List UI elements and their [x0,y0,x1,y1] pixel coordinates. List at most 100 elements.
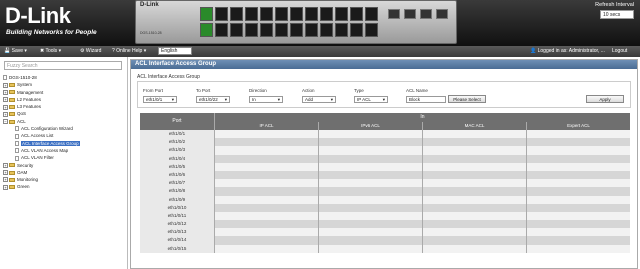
sidebar-item[interactable]: ACL VLAN Access Map [3,147,80,154]
port-icon[interactable] [335,7,348,21]
port-icon[interactable] [275,7,288,21]
folder-icon [9,119,15,124]
table-row: eth1/0/9 [140,195,630,204]
refresh-interval-select[interactable]: 10 secs [600,10,634,19]
folder-icon [9,83,15,88]
port-icon[interactable] [320,23,333,37]
direction-select[interactable]: In ▾ [249,96,283,103]
folder-icon [9,177,15,182]
type-label: Type [354,88,364,93]
port-icon[interactable] [365,7,378,21]
sidebar-item[interactable]: ACL Access List [3,132,80,139]
port-icon[interactable] [230,7,243,21]
table-row: eth1/0/11 [140,211,630,221]
port-icon[interactable] [290,7,303,21]
port-cell: eth1/0/11 [140,211,214,221]
language-select[interactable]: English [158,47,192,55]
fuzzy-search-input[interactable]: Fuzzy Search [4,61,122,70]
save-menu[interactable]: 💾 Save ▾ [4,48,27,55]
sidebar-item[interactable]: + L2 Features [3,96,80,103]
table-row: eth1/0/2 [140,138,630,147]
acl-cell [526,170,630,180]
acl-cell [214,211,318,221]
port-icon[interactable] [335,23,348,37]
sidebar-item[interactable]: ACL Interface Access Group [3,140,80,147]
sfp-port[interactable] [388,9,400,19]
please-select-button[interactable]: Please Select [448,95,486,103]
acl-cell [422,170,526,180]
port-icon[interactable] [290,23,303,37]
acl-name-input[interactable]: Block [406,96,446,103]
sidebar-item[interactable]: DGS-1510-28 [3,74,80,81]
expand-icon[interactable]: + [3,82,8,88]
collapse-icon[interactable]: − [3,119,8,125]
wizard-button[interactable]: ⚙ Wizard [80,48,101,55]
acl-cell [526,162,630,171]
sidebar-item[interactable]: + QoS [3,110,80,117]
port-icon[interactable] [230,23,243,37]
port-icon[interactable] [365,23,378,37]
from-port-select[interactable]: eth1/0/1 ▾ [143,96,177,103]
chevron-down-icon: ▾ [171,97,174,102]
tools-menu[interactable]: ✖ Tools ▾ [40,48,61,55]
expand-icon[interactable]: + [3,177,8,183]
to-port-select[interactable]: eth1/0/22 ▾ [196,96,230,103]
sidebar-item[interactable]: + L3 Features [3,103,80,110]
port-cell: eth1/0/3 [140,146,214,155]
sidebar-item[interactable]: + OAM [3,169,80,176]
port-icon[interactable] [305,7,318,21]
port-icon[interactable] [350,7,363,21]
expand-icon[interactable]: + [3,170,8,176]
table-body: eth1/0/1 eth1/0/2 eth1/0/3 eth1/0/4 eth1/0/5… [140,130,630,253]
acl-cell [214,179,318,188]
sfp-port[interactable] [420,9,432,19]
port-icon[interactable] [200,23,213,37]
online-help-menu[interactable]: ? Online Help ▾ [112,48,146,55]
acl-cell [318,203,422,212]
folder-icon [9,105,15,109]
action-value: Add [305,97,314,102]
sidebar-item[interactable]: + Security [3,162,80,169]
page-icon [3,75,7,81]
port-icon[interactable] [275,23,288,37]
port-icon[interactable] [320,7,333,21]
sfp-port[interactable] [436,9,448,19]
sidebar-item[interactable]: + Management [3,89,80,96]
acl-cell [422,244,526,253]
expand-icon[interactable]: + [3,184,8,190]
acl-cell [526,179,630,188]
sidebar-item[interactable]: + System [3,81,80,88]
port-icon[interactable] [260,7,273,21]
sidebar-item[interactable]: ACL Configuration Wizard [3,125,80,132]
port-icon[interactable] [305,23,318,37]
expand-icon[interactable]: + [3,111,8,117]
action-select[interactable]: Add ▾ [302,96,336,103]
port-icon[interactable] [215,23,228,37]
sfp-port[interactable] [404,9,416,19]
acl-cell [214,162,318,171]
logo-tagline: Building Networks for People [6,29,97,36]
sidebar-item[interactable]: + Green [3,183,80,190]
port-icon[interactable] [245,7,258,21]
sidebar-item[interactable]: + Monitoring [3,176,80,183]
expand-icon[interactable]: + [3,89,8,95]
type-select[interactable]: IP ACL ▾ [354,96,388,103]
sidebar-item[interactable]: − ACL [3,118,80,125]
port-icon[interactable] [260,23,273,37]
port-icon[interactable] [200,7,213,21]
acl-cell [526,146,630,155]
port-cell: eth1/0/7 [140,179,214,188]
expand-icon[interactable]: + [3,104,8,110]
acl-cell [318,154,422,163]
acl-cell [526,154,630,163]
port-cell: eth1/0/13 [140,228,214,237]
port-icon[interactable] [215,7,228,21]
logout-button[interactable]: Logout [612,48,627,55]
port-cell: eth1/0/12 [140,220,214,229]
apply-button[interactable]: Apply [586,95,624,103]
expand-icon[interactable]: + [3,97,8,103]
expand-icon[interactable]: + [3,162,8,168]
port-icon[interactable] [245,23,258,37]
sidebar-item[interactable]: ACL VLAN Filter [3,154,80,161]
port-icon[interactable] [350,23,363,37]
